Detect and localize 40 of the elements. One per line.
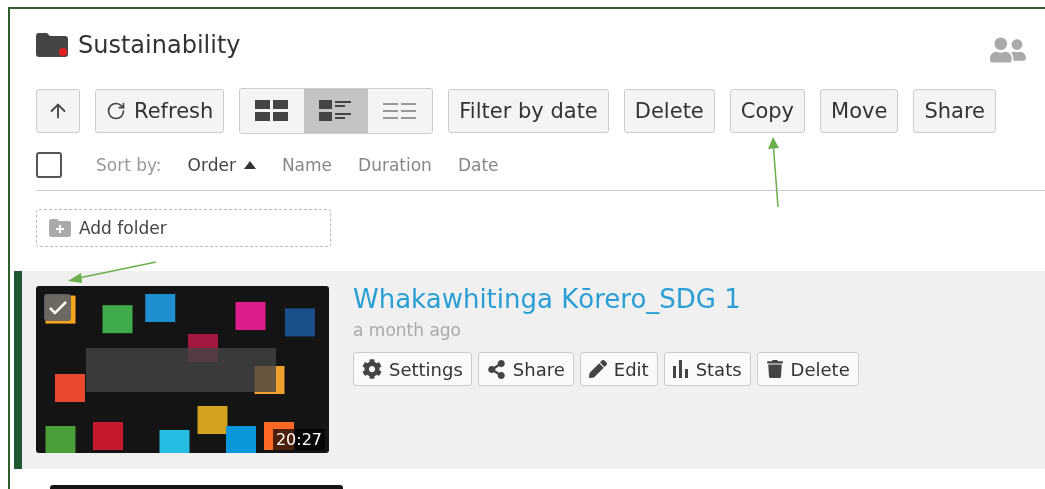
annotation-arrow [768, 137, 779, 208]
up-button[interactable] [36, 89, 80, 133]
sort-option[interactable]: Date [457, 155, 499, 175]
video-action-button[interactable]: Edit [579, 352, 658, 386]
video-action-button[interactable]: Share [477, 352, 574, 386]
video-action-button[interactable]: Delete [756, 352, 859, 386]
video-row[interactable]: 20:27 Whakawhitinga Kōrero_SDG 1 a month ago Settings Share Edit Stats Delete [14, 271, 1045, 469]
refresh-icon [106, 101, 126, 121]
view-mode-button[interactable] [240, 89, 305, 133]
share-icon [486, 359, 506, 379]
sort-ascending-icon [243, 161, 256, 169]
video-checkbox[interactable] [44, 294, 71, 321]
toolbar-button[interactable]: Delete [623, 89, 715, 133]
video-age: a month ago [353, 320, 462, 340]
bar-chart-icon [672, 360, 689, 378]
sort-option[interactable]: Name [281, 155, 333, 175]
video-action-button[interactable]: Settings [353, 352, 472, 386]
list-view-icon [383, 101, 418, 121]
duration-label: 20:27 [272, 429, 325, 450]
toolbar-button[interactable]: Copy [729, 89, 806, 133]
detail-view-icon [319, 100, 354, 122]
checkmark-icon [48, 300, 67, 315]
select-all-checkbox[interactable] [36, 152, 62, 178]
toolbar-button[interactable]: Move [820, 89, 899, 133]
folder-icon [36, 33, 68, 57]
sort-option[interactable]: Order [187, 155, 256, 175]
video-action-button[interactable]: Stats [663, 352, 751, 386]
refresh-button[interactable]: Refresh [95, 89, 225, 133]
sort-option[interactable]: Duration [358, 155, 432, 175]
view-mode-button[interactable] [304, 89, 369, 133]
trash-icon [765, 360, 784, 378]
toolbar-button[interactable]: Filter by date [448, 89, 609, 133]
pencil-icon [588, 360, 607, 378]
grid-view-icon [255, 100, 290, 122]
settings-icon [362, 359, 382, 379]
folder-plus-icon [49, 219, 71, 237]
add-folder-button[interactable]: Add folder [36, 209, 331, 247]
folder-title: Sustainability [78, 31, 241, 59]
toolbar-button[interactable]: Share [913, 89, 996, 133]
sort-label: Sort by: [96, 155, 162, 175]
